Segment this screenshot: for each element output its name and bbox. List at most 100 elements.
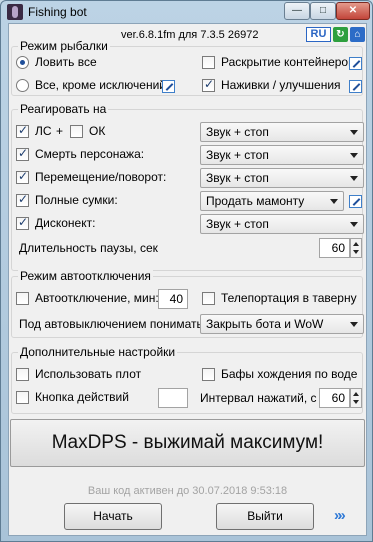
press-interval-spinner[interactable]	[350, 388, 362, 408]
checkbox-indicator[interactable]	[16, 215, 29, 230]
exit-button[interactable]: Выйти	[216, 503, 314, 530]
checkbox-indicator[interactable]	[202, 77, 215, 92]
react-group: Реагировать на ЛС + ОК Звук + стоп Смерт…	[11, 102, 364, 271]
checkbox-indicator[interactable]	[16, 169, 29, 184]
press-interval-input[interactable]: 60	[319, 388, 350, 408]
pause-input[interactable]: 60	[319, 238, 350, 258]
chevron-down-icon	[350, 153, 358, 158]
understand-value: Закрыть бота и WoW	[206, 317, 324, 331]
ls-action-value: Звук + стоп	[206, 125, 269, 139]
checkbox-indicator[interactable]	[70, 124, 83, 138]
checkbox-indicator[interactable]	[202, 55, 215, 69]
open-containers-label: Раскрытие контейнеров	[221, 55, 355, 69]
edit-containers-icon[interactable]	[349, 57, 362, 70]
start-button[interactable]: Начать	[64, 503, 162, 530]
auto-off-input[interactable]: 40	[158, 289, 188, 309]
death-action-value: Звук + стоп	[206, 148, 269, 162]
edit-exceptions-icon[interactable]	[162, 80, 175, 93]
minimize-button[interactable]: —	[284, 2, 310, 20]
promo-button[interactable]: MaxDPS - выжимай максимум!	[10, 419, 365, 467]
plus-label: +	[56, 124, 64, 138]
radio-indicator[interactable]	[16, 55, 29, 69]
extra-settings-group: Дополнительные настройки Использовать пл…	[11, 345, 363, 414]
auto-off-group: Режим автоотключения Автоотключение, мин…	[11, 269, 364, 338]
chevron-down-icon	[350, 176, 358, 181]
app-window: Fishing bot — □ ✕ ver.6.8.1fm для 7.3.5 …	[0, 0, 373, 542]
ok-checkbox[interactable]: ОК	[70, 124, 105, 138]
maximize-button[interactable]: □	[310, 2, 336, 20]
fishing-mode-title: Режим рыбалки	[18, 39, 110, 53]
bags-checkbox[interactable]: Полные сумки:	[16, 192, 118, 207]
death-action-select[interactable]: Звук + стоп	[200, 145, 364, 165]
edit-lures-icon[interactable]	[349, 80, 362, 93]
checkbox-indicator[interactable]	[16, 192, 29, 207]
checkbox-indicator[interactable]	[16, 390, 29, 404]
close-button[interactable]: ✕	[336, 2, 370, 20]
disconnect-action-value: Звук + стоп	[206, 217, 269, 231]
lures-checkbox[interactable]: Наживки / улучшения	[202, 77, 341, 92]
all-except-radio[interactable]: Все, кроме исключений	[16, 78, 166, 92]
title-bar[interactable]: Fishing bot — □ ✕	[1, 1, 372, 23]
ok-label: ОК	[89, 124, 106, 138]
action-key-label: Кнопка действий	[35, 390, 129, 404]
ls-checkbox[interactable]: ЛС	[16, 123, 52, 138]
home-icon[interactable]: ⌂	[350, 27, 365, 42]
move-action-select[interactable]: Звук + стоп	[200, 168, 364, 188]
chevron-down-icon	[350, 322, 358, 327]
disconnect-label: Дисконект:	[35, 216, 96, 230]
pause-spinner[interactable]	[350, 238, 362, 258]
fast-forward-icon[interactable]: »»	[334, 507, 345, 524]
move-action-value: Звук + стоп	[206, 171, 269, 185]
main-panel: ver.6.8.1fm для 7.3.5 26972 RU ↻ ⌂ Режим…	[8, 23, 367, 536]
chevron-down-icon	[350, 222, 358, 227]
disconnect-checkbox[interactable]: Дисконект:	[16, 215, 96, 230]
app-icon	[7, 4, 23, 20]
open-containers-checkbox[interactable]: Раскрытие контейнеров	[202, 55, 354, 69]
water-walk-label: Бафы хождения по воде	[221, 367, 358, 381]
teleport-checkbox[interactable]: Телепортация в таверну	[202, 291, 357, 305]
chevron-down-icon	[350, 130, 358, 135]
all-except-label: Все, кроме исключений	[35, 78, 166, 92]
chevron-down-icon	[330, 199, 338, 204]
bags-label: Полные сумки:	[35, 193, 118, 207]
checkbox-indicator[interactable]	[16, 123, 29, 138]
refresh-icon[interactable]: ↻	[333, 27, 348, 42]
ls-label: ЛС	[35, 124, 52, 138]
checkbox-indicator[interactable]	[16, 367, 29, 381]
press-interval-label: Интервал нажатий, с	[200, 391, 317, 405]
raft-checkbox[interactable]: Использовать плот	[16, 367, 141, 381]
checkbox-indicator[interactable]	[202, 367, 215, 381]
auto-off-checkbox[interactable]: Автоотключение, мин:	[16, 291, 159, 305]
version-label: ver.6.8.1fm для 7.3.5 26972	[121, 29, 259, 41]
react-title: Реагировать на	[18, 102, 109, 116]
understand-select[interactable]: Закрыть бота и WoW	[200, 314, 364, 334]
bags-action-select[interactable]: Продать мамонту	[200, 191, 344, 211]
death-label: Смерть персонажа:	[35, 147, 145, 161]
radio-indicator[interactable]	[16, 78, 29, 92]
bags-action-value: Продать мамонту	[206, 194, 305, 208]
catch-all-label: Ловить все	[35, 55, 97, 69]
checkbox-indicator[interactable]	[202, 291, 215, 305]
extra-settings-title: Дополнительные настройки	[18, 345, 178, 359]
catch-all-radio[interactable]: Ловить все	[16, 55, 97, 69]
lures-label: Наживки / улучшения	[221, 78, 341, 92]
teleport-label: Телепортация в таверну	[221, 291, 357, 305]
action-key-input[interactable]	[158, 388, 188, 408]
death-checkbox[interactable]: Смерть персонажа:	[16, 146, 145, 161]
window-title: Fishing bot	[28, 5, 87, 19]
pause-label: Длительность паузы, сек	[19, 241, 158, 255]
checkbox-indicator[interactable]	[16, 146, 29, 161]
language-button[interactable]: RU	[306, 27, 331, 42]
edit-bags-icon[interactable]	[349, 195, 362, 208]
understand-label: Под автовыключением понимать	[19, 317, 203, 331]
water-walk-checkbox[interactable]: Бафы хождения по воде	[202, 367, 357, 381]
disconnect-action-select[interactable]: Звук + стоп	[200, 214, 364, 234]
fishing-mode-group: Режим рыбалки Ловить все Все, кроме искл…	[11, 39, 363, 96]
auto-off-label: Автоотключение, мин:	[35, 291, 159, 305]
checkbox-indicator[interactable]	[16, 291, 29, 305]
action-key-checkbox[interactable]: Кнопка действий	[16, 390, 129, 404]
auto-off-title: Режим автоотключения	[18, 269, 153, 283]
code-status-text: Ваш код активен до 30.07.2018 9:53:18	[87, 485, 288, 497]
move-checkbox[interactable]: Перемещение/поворот:	[16, 169, 166, 184]
ls-action-select[interactable]: Звук + стоп	[200, 122, 364, 142]
